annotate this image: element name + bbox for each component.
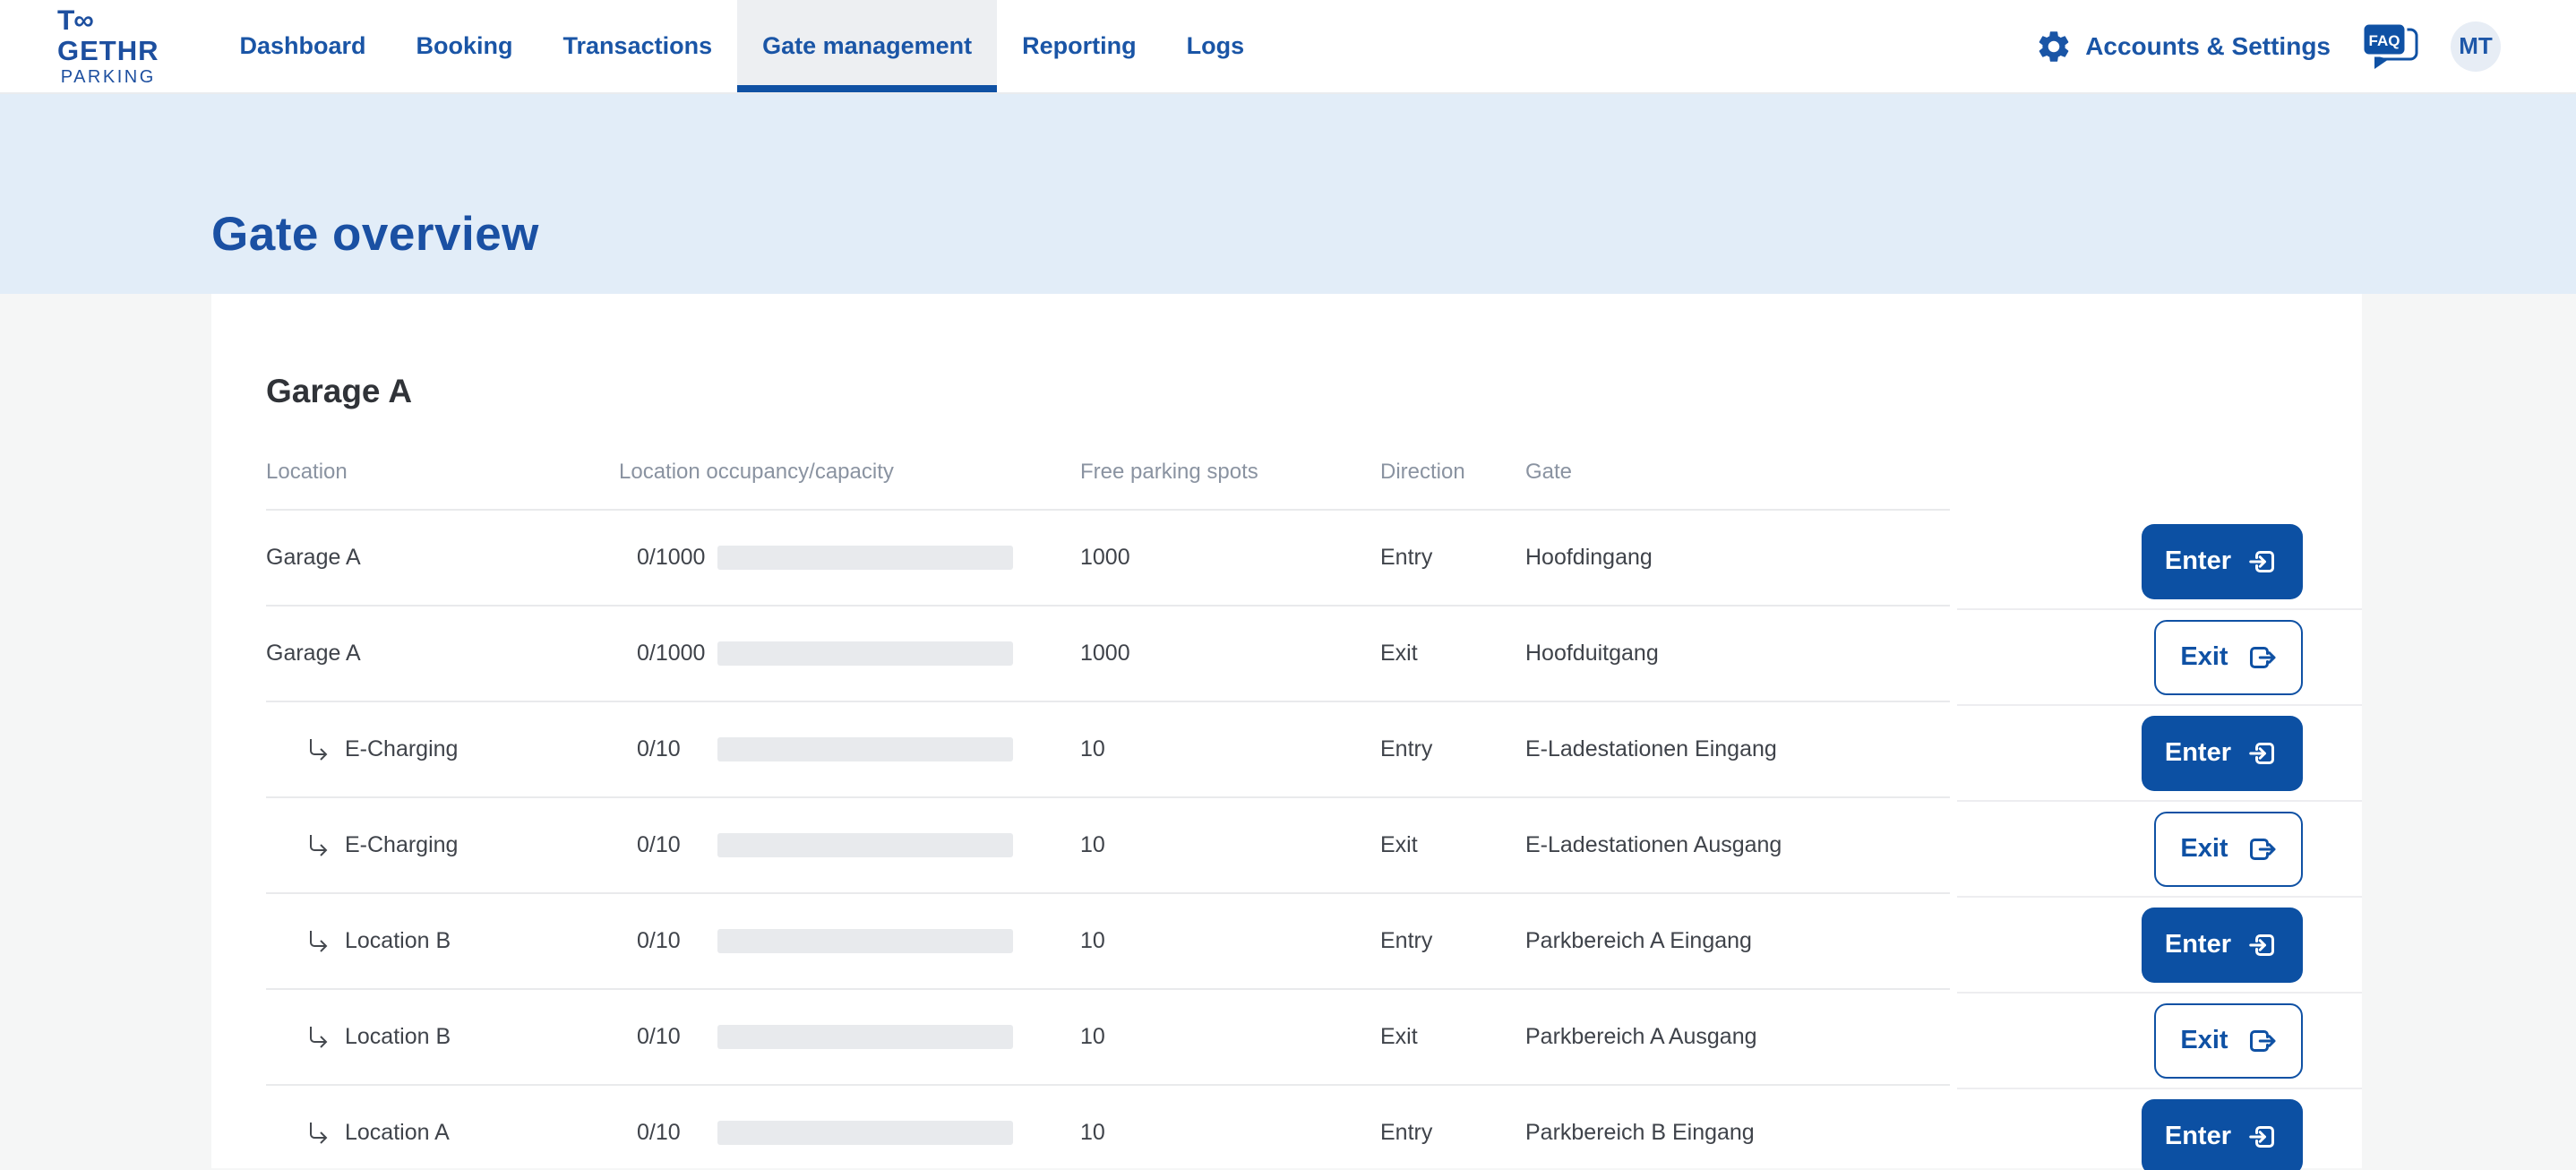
occupancy-bar bbox=[717, 641, 1013, 666]
exit-gate-button[interactable]: Exit bbox=[2154, 812, 2303, 887]
direction-value: Entry bbox=[1380, 1120, 1525, 1146]
table-row: Garage A 0/1000 1000 Exit Hoofduitgang E… bbox=[266, 607, 2362, 702]
table-row: E-Charging 0/10 10 Exit E-Ladestationen … bbox=[266, 798, 2362, 894]
occupancy-value: 0/10 bbox=[637, 1120, 717, 1146]
col-header-occupancy: Location occupancy/capacity bbox=[619, 460, 1080, 485]
page-content: Garage A Location Location occupancy/cap… bbox=[0, 294, 2576, 1168]
col-header-location: Location bbox=[266, 460, 637, 485]
occupancy-value: 0/10 bbox=[637, 832, 717, 858]
nav-item-transactions[interactable]: Transactions bbox=[538, 0, 738, 92]
occupancy-value: 0/10 bbox=[637, 928, 717, 954]
free-spots-value: 1000 bbox=[1080, 545, 1380, 571]
gate-name: E-Ladestationen Ausgang bbox=[1525, 832, 1950, 858]
table-row: Location A 0/10 10 Entry Parkbereich B E… bbox=[266, 1086, 2362, 1170]
table-row: Location B 0/10 10 Exit Parkbereich A Au… bbox=[266, 990, 2362, 1086]
gate-overview-card: Garage A Location Location occupancy/cap… bbox=[211, 294, 2362, 1168]
occupancy-value: 0/1000 bbox=[637, 641, 717, 667]
location-name: Garage A bbox=[266, 545, 361, 571]
gate-name: Parkbereich A Ausgang bbox=[1525, 1024, 1950, 1050]
location-name: Location B bbox=[345, 928, 451, 954]
login-icon bbox=[2247, 929, 2280, 961]
table-row: Garage A 0/1000 1000 Entry Hoofdingang E… bbox=[266, 511, 2362, 607]
location-name: Location A bbox=[345, 1120, 450, 1146]
enter-gate-button[interactable]: Enter bbox=[2142, 716, 2303, 791]
gate-name: Parkbereich B Eingang bbox=[1525, 1120, 1950, 1146]
logo-line-too: T∞ bbox=[57, 6, 93, 35]
direction-value: Exit bbox=[1380, 832, 1525, 858]
occupancy-bar bbox=[717, 1121, 1013, 1145]
col-header-gate: Gate bbox=[1525, 460, 1950, 485]
gate-name: Parkbereich A Eingang bbox=[1525, 928, 1950, 954]
main-nav: Dashboard Booking Transactions Gate mana… bbox=[215, 0, 1270, 92]
logo-line-gethr: GETHR bbox=[57, 37, 159, 65]
nav-item-reporting[interactable]: Reporting bbox=[997, 0, 1162, 92]
occupancy-value: 0/1000 bbox=[637, 545, 717, 571]
direction-value: Exit bbox=[1380, 641, 1525, 667]
direction-value: Entry bbox=[1380, 736, 1525, 762]
occupancy-bar bbox=[717, 1025, 1013, 1049]
exit-gate-button[interactable]: Exit bbox=[2154, 620, 2303, 695]
user-avatar[interactable]: MT bbox=[2451, 22, 2501, 72]
table-header-row: Location Location occupancy/capacity Fre… bbox=[266, 410, 2362, 511]
page-hero: Gate overview bbox=[0, 94, 2576, 294]
location-name: E-Charging bbox=[345, 736, 458, 762]
sub-location-arrow-icon bbox=[304, 927, 332, 956]
faq-label: FAQ bbox=[2369, 32, 2400, 49]
faq-button[interactable]: FAQ bbox=[2361, 22, 2420, 72]
nav-item-logs[interactable]: Logs bbox=[1162, 0, 1270, 92]
free-spots-value: 10 bbox=[1080, 928, 1380, 954]
col-header-direction: Direction bbox=[1380, 460, 1525, 485]
login-icon bbox=[2247, 737, 2280, 770]
logout-icon bbox=[2245, 1025, 2277, 1057]
occupancy-bar bbox=[717, 833, 1013, 857]
topbar-right-cluster: Accounts & Settings FAQ MT bbox=[2035, 0, 2501, 92]
occupancy-bar bbox=[717, 929, 1013, 953]
logo-line-parking: PARKING bbox=[61, 68, 156, 86]
location-name: E-Charging bbox=[345, 832, 458, 858]
direction-value: Entry bbox=[1380, 545, 1525, 571]
logout-icon bbox=[2245, 641, 2277, 674]
location-name: Location B bbox=[345, 1024, 451, 1050]
page-title: Gate overview bbox=[211, 207, 539, 262]
accounts-settings-label: Accounts & Settings bbox=[2085, 32, 2331, 61]
direction-value: Exit bbox=[1380, 1024, 1525, 1050]
location-name: Garage A bbox=[266, 641, 361, 667]
col-header-free-spots: Free parking spots bbox=[1080, 460, 1380, 485]
logout-icon bbox=[2245, 833, 2277, 865]
gate-name: Hoofdingang bbox=[1525, 545, 1950, 571]
direction-value: Entry bbox=[1380, 928, 1525, 954]
gear-icon bbox=[2035, 28, 2073, 65]
nav-item-booking[interactable]: Booking bbox=[391, 0, 538, 92]
enter-gate-button[interactable]: Enter bbox=[2142, 908, 2303, 983]
enter-gate-button[interactable]: Enter bbox=[2142, 524, 2303, 599]
sub-location-arrow-icon bbox=[304, 1119, 332, 1148]
occupancy-bar bbox=[717, 737, 1013, 761]
nav-item-dashboard[interactable]: Dashboard bbox=[215, 0, 391, 92]
free-spots-value: 10 bbox=[1080, 1024, 1380, 1050]
occupancy-value: 0/10 bbox=[637, 1024, 717, 1050]
sub-location-arrow-icon bbox=[304, 736, 332, 764]
top-navigation-bar: T∞ GETHR PARKING Dashboard Booking Trans… bbox=[0, 0, 2576, 94]
free-spots-value: 1000 bbox=[1080, 641, 1380, 667]
sub-location-arrow-icon bbox=[304, 831, 332, 860]
sub-location-arrow-icon bbox=[304, 1023, 332, 1052]
free-spots-value: 10 bbox=[1080, 1120, 1380, 1146]
enter-gate-button[interactable]: Enter bbox=[2142, 1099, 2303, 1170]
occupancy-bar bbox=[717, 546, 1013, 570]
section-title-garage-a: Garage A bbox=[266, 294, 2362, 410]
gate-name: E-Ladestationen Eingang bbox=[1525, 736, 1950, 762]
nav-item-gate-management[interactable]: Gate management bbox=[737, 0, 997, 92]
accounts-settings-button[interactable]: Accounts & Settings bbox=[2035, 28, 2331, 65]
table-row: E-Charging 0/10 10 Entry E-Ladestationen… bbox=[266, 702, 2362, 798]
free-spots-value: 10 bbox=[1080, 832, 1380, 858]
toogethr-parking-logo: T∞ GETHR PARKING bbox=[57, 0, 159, 92]
exit-gate-button[interactable]: Exit bbox=[2154, 1003, 2303, 1079]
gate-name: Hoofduitgang bbox=[1525, 641, 1950, 667]
occupancy-value: 0/10 bbox=[637, 736, 717, 762]
table-row: Location B 0/10 10 Entry Parkbereich A E… bbox=[266, 894, 2362, 990]
login-icon bbox=[2247, 546, 2280, 578]
login-icon bbox=[2247, 1121, 2280, 1153]
free-spots-value: 10 bbox=[1080, 736, 1380, 762]
